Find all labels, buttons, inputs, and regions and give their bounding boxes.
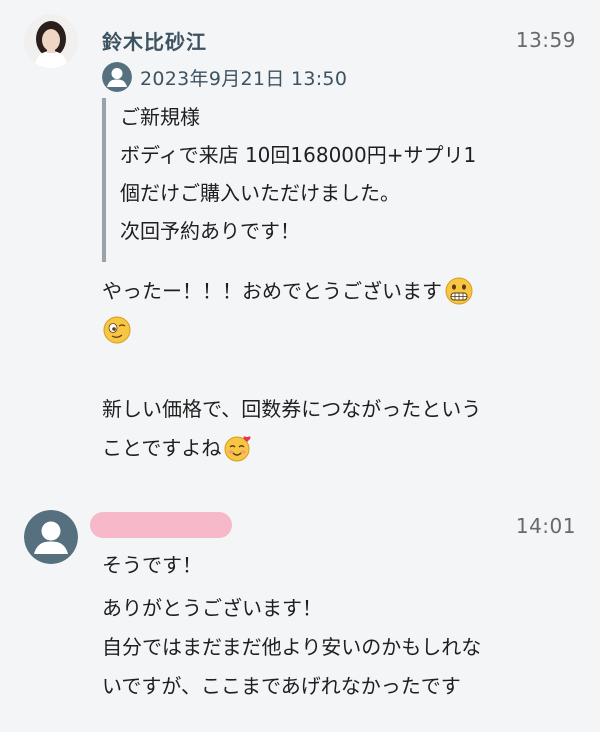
quote-line: ボディで来店 10回168000円+サプリ1: [120, 143, 477, 167]
message-text: 新しい価格で、回数券につながったという: [102, 397, 482, 421]
message-line: ことですよね: [102, 430, 253, 466]
message-line: [102, 312, 132, 348]
quote-line: 個だけご購入いただけました。: [120, 181, 400, 205]
quoted-message[interactable]: ご新規様 ボディで来店 10回168000円+サプリ1 個だけご購入いただけまし…: [102, 98, 572, 262]
message-line: ありがとうございます！: [102, 596, 322, 620]
quoted-message-header[interactable]: 2023年9月21日 13:50: [102, 61, 347, 93]
grimacing-face-emoji-icon: [444, 276, 474, 306]
default-user-icon: [24, 510, 78, 564]
message-line: そうです！: [102, 553, 202, 577]
sender-avatar[interactable]: [24, 14, 78, 68]
message-time: 14:01: [515, 514, 576, 538]
sender-name[interactable]: 鈴木比砂江: [102, 26, 207, 55]
smiling-face-with-hearts-emoji-icon: [223, 433, 253, 463]
message-text: やったー！！！おめでとうございます: [102, 279, 442, 303]
quote-line: 次回予約ありです！: [120, 219, 300, 243]
sender-name-redacted[interactable]: [90, 512, 232, 538]
sender-avatar[interactable]: [24, 510, 78, 564]
default-user-icon: [102, 62, 132, 92]
profile-photo-icon: [24, 14, 78, 68]
saluting-face-emoji-icon: [102, 315, 132, 345]
quoted-timestamp: 2023年9月21日 13:50: [140, 67, 348, 90]
message-time: 13:59: [515, 28, 576, 52]
message-line: やったー！！！おめでとうございます: [102, 273, 474, 309]
message-line: 自分ではまだまだ他より安いのかもしれな: [102, 635, 482, 659]
message-line: 新しい価格で、回数券につながったという: [102, 391, 481, 427]
message-text: ことですよね: [102, 436, 222, 460]
message-line: いですが、ここまであげれなかったです: [102, 674, 461, 698]
quote-line: ご新規様: [120, 105, 200, 129]
